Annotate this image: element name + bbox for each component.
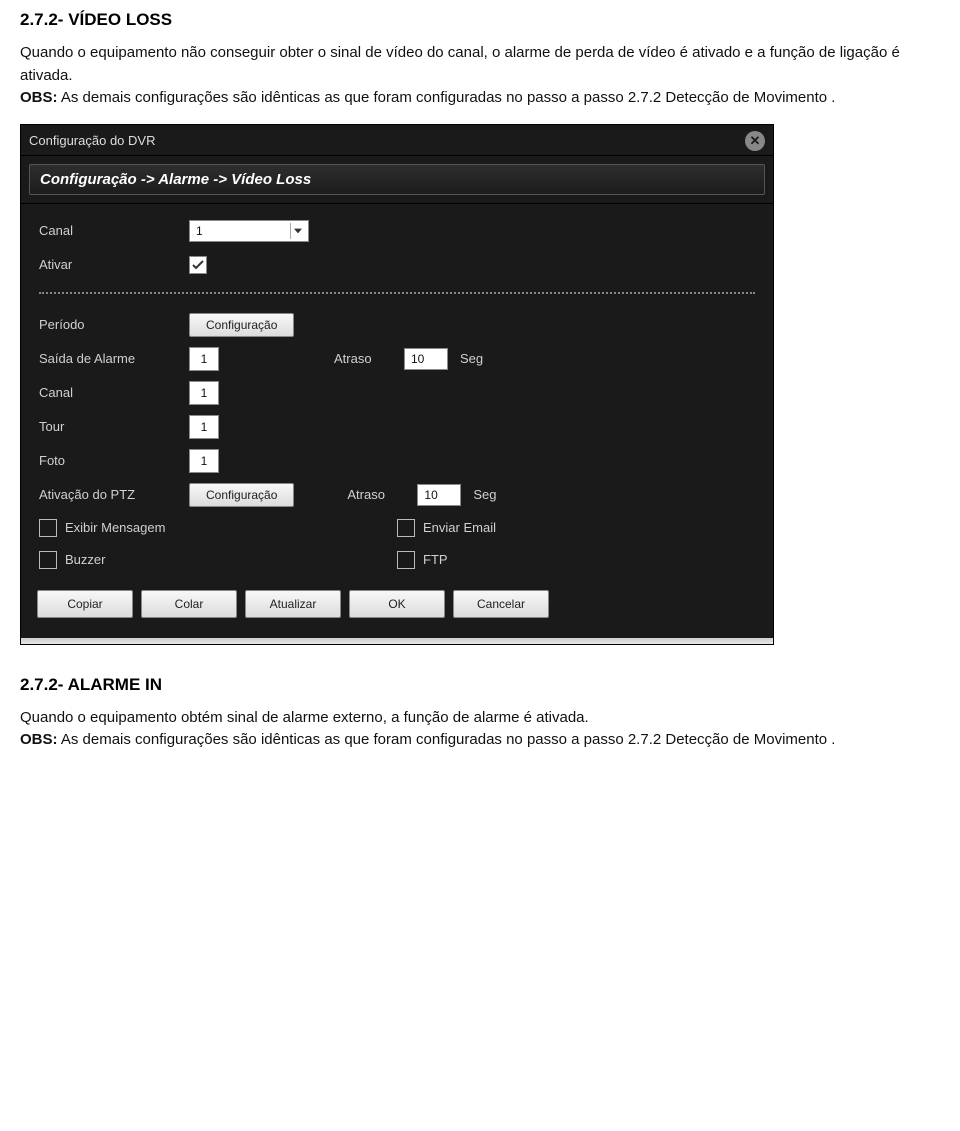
paragraph: Quando o equipamento não conseguir obter…	[20, 42, 940, 87]
window-title: Configuração do DVR	[29, 133, 155, 148]
atraso-label: Atraso	[334, 351, 404, 366]
copiar-button[interactable]: Copiar	[37, 590, 133, 618]
section-title-video-loss: 2.7.2- VÍDEO LOSS	[20, 10, 940, 30]
section-title-alarme-in: 2.7.2- ALARME IN	[20, 675, 940, 695]
periodo-label: Período	[39, 317, 189, 332]
ftp-checkbox[interactable]	[397, 551, 415, 569]
seg-unit-2: Seg	[473, 487, 496, 502]
enviar-email-checkbox[interactable]	[397, 519, 415, 537]
saida-alarme-value[interactable]: 1	[189, 347, 219, 371]
close-button[interactable]: ✕	[745, 131, 765, 151]
exibir-mensagem-label: Exibir Mensagem	[65, 520, 165, 535]
foto-value[interactable]: 1	[189, 449, 219, 473]
paragraph: Quando o equipamento obtém sinal de alar…	[20, 707, 940, 730]
atraso-label-2: Atraso	[347, 487, 417, 502]
ftp-label: FTP	[423, 552, 448, 567]
atualizar-button[interactable]: Atualizar	[245, 590, 341, 618]
saida-alarme-label: Saída de Alarme	[39, 351, 189, 366]
ativar-checkbox[interactable]	[189, 256, 207, 274]
canal-rec-value[interactable]: 1	[189, 381, 219, 405]
cancelar-button[interactable]: Cancelar	[453, 590, 549, 618]
ptz-label: Ativação do PTZ	[39, 487, 189, 502]
buzzer-label: Buzzer	[65, 552, 105, 567]
tour-value[interactable]: 1	[189, 415, 219, 439]
canal-select[interactable]: 1	[189, 220, 309, 242]
canal-label: Canal	[39, 223, 189, 238]
chevron-down-icon	[290, 223, 305, 239]
exibir-mensagem-checkbox[interactable]	[39, 519, 57, 537]
colar-button[interactable]: Colar	[141, 590, 237, 618]
close-icon: ✕	[750, 134, 761, 147]
window-bottom-border	[21, 638, 773, 644]
foto-label: Foto	[39, 453, 189, 468]
paragraph: OBS: As demais configurações são idêntic…	[20, 87, 940, 110]
canal-rec-label: Canal	[39, 385, 189, 400]
seg-unit: Seg	[460, 351, 483, 366]
ptz-config-button[interactable]: Configuração	[189, 483, 294, 507]
paragraph: OBS: As demais configurações são idêntic…	[20, 729, 940, 752]
periodo-config-button[interactable]: Configuração	[189, 313, 294, 337]
enviar-email-label: Enviar Email	[423, 520, 496, 535]
atraso-input-2[interactable]	[417, 484, 461, 506]
atraso-input-1[interactable]	[404, 348, 448, 370]
dvr-config-window: Configuração do DVR ✕ Configuração -> Al…	[20, 124, 774, 645]
ok-button[interactable]: OK	[349, 590, 445, 618]
separator	[39, 292, 755, 294]
breadcrumb: Configuração -> Alarme -> Vídeo Loss	[29, 164, 765, 195]
buzzer-checkbox[interactable]	[39, 551, 57, 569]
tour-label: Tour	[39, 419, 189, 434]
ativar-label: Ativar	[39, 257, 189, 272]
